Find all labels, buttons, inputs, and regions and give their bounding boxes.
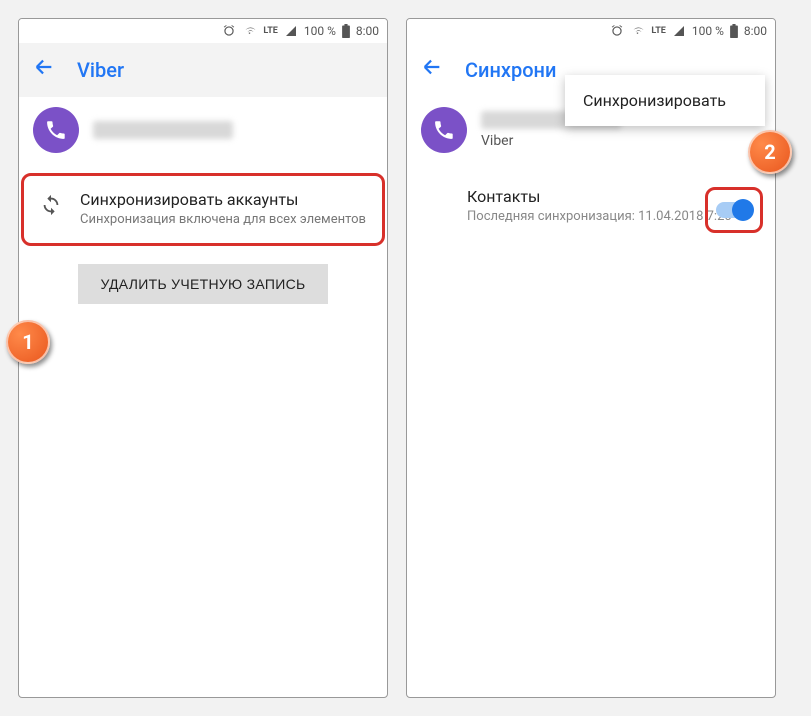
sync-accounts-title: Синхронизировать аккаунты <box>80 190 366 209</box>
toggle-highlight <box>705 187 763 233</box>
viber-logo-icon <box>421 107 467 153</box>
battery-percent: 100 % <box>692 24 724 38</box>
network-label: LTE <box>651 26 666 36</box>
delete-account-button[interactable]: УДАЛИТЬ УЧЕТНУЮ ЗАПИСЬ <box>78 264 328 304</box>
alarm-icon <box>610 24 624 38</box>
battery-icon <box>730 24 738 38</box>
step-badge-2: 2 <box>748 130 792 174</box>
contacts-sync-row[interactable]: Контакты Последняя синхронизация: 11.04.… <box>407 173 775 240</box>
account-name-blurred <box>93 121 233 139</box>
wifi-icon <box>242 25 257 37</box>
back-arrow-icon[interactable] <box>421 56 443 84</box>
status-bar: LTE 100 % 8:00 <box>19 19 387 43</box>
page-title: Viber <box>77 58 124 82</box>
signal-icon <box>284 25 298 37</box>
wifi-icon <box>630 25 645 37</box>
battery-percent: 100 % <box>304 24 336 38</box>
page-title: Синхрони <box>465 58 556 82</box>
back-arrow-icon[interactable] <box>33 56 55 84</box>
clock: 8:00 <box>744 24 767 38</box>
contacts-sync-toggle[interactable] <box>716 202 752 218</box>
account-type-label: Viber <box>481 133 621 149</box>
phone-screen-2: LTE 100 % 8:00 Синхрони Синхронизировать… <box>406 18 776 698</box>
alarm-icon <box>222 24 236 38</box>
clock: 8:00 <box>356 24 379 38</box>
status-bar: LTE 100 % 8:00 <box>407 19 775 43</box>
step-badge-1: 1 <box>6 320 50 364</box>
phone-screen-1: LTE 100 % 8:00 Viber <box>18 18 388 698</box>
sync-popup-menu-item[interactable]: Синхронизировать <box>565 75 765 126</box>
account-header <box>19 97 387 173</box>
sync-accounts-subtitle: Синхронизация включена для всех элементо… <box>80 211 366 229</box>
signal-icon <box>672 25 686 37</box>
sync-icon <box>40 194 62 220</box>
viber-logo-icon <box>33 107 79 153</box>
sync-accounts-row[interactable]: Синхронизировать аккаунты Синхронизация … <box>21 173 385 246</box>
battery-icon <box>342 24 350 38</box>
app-bar: Viber <box>19 43 387 97</box>
network-label: LTE <box>263 26 278 36</box>
